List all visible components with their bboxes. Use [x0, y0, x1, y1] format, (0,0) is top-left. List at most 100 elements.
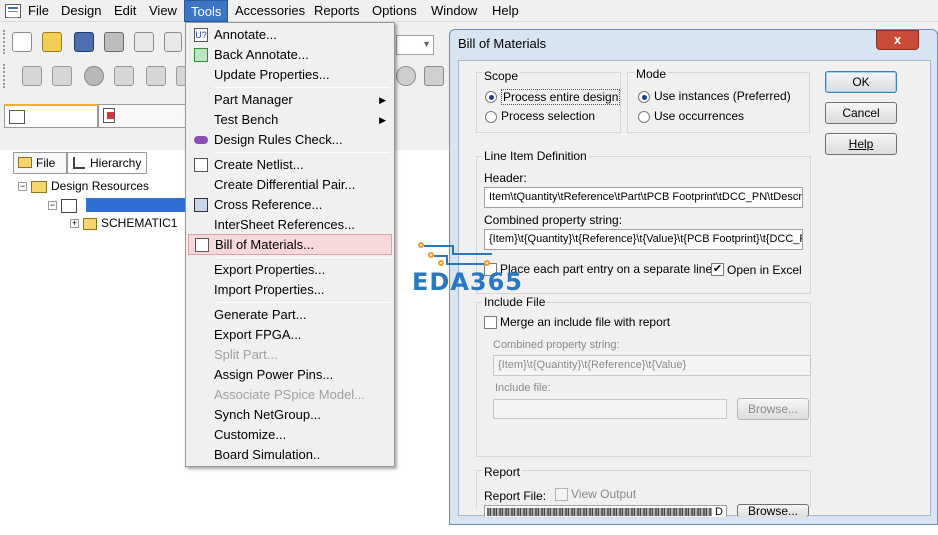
schematic-page-marker-icon	[107, 112, 114, 119]
mode-instances-radio[interactable]	[638, 91, 650, 103]
header-label: Header:	[484, 171, 527, 185]
menu-item-customize[interactable]: Customize...	[188, 425, 392, 445]
copy-icon[interactable]	[164, 32, 182, 52]
menu-separator	[214, 87, 390, 88]
scope-entire-design-label[interactable]: Process entire design	[501, 89, 621, 105]
include-file-input[interactable]	[493, 399, 727, 419]
menu-item-annotate[interactable]: U? Annotate...	[188, 25, 392, 45]
report-browse-button[interactable]: Browse...	[737, 504, 809, 517]
place-each-label[interactable]: Place each part entry on a separate line	[500, 262, 712, 276]
menu-item-label: Create Differential Pair...	[214, 177, 356, 192]
menu-item-import-properties[interactable]: Import Properties...	[188, 280, 392, 300]
menu-item-export-fpga[interactable]: Export FPGA...	[188, 325, 392, 345]
drc-icon	[194, 136, 208, 144]
view-output-label[interactable]: View Output	[571, 487, 636, 501]
watermark-dot	[484, 260, 490, 266]
bom-icon	[195, 238, 209, 252]
menu-item-generate-part[interactable]: Generate Part...	[188, 305, 392, 325]
mode-instances-label[interactable]: Use instances (Preferred)	[654, 89, 791, 103]
menu-item-part-manager[interactable]: Part Manager ▶	[188, 90, 392, 110]
menu-design[interactable]: Design	[55, 0, 107, 22]
tree-root[interactable]: − Design Resources	[18, 177, 149, 195]
menu-item-export-properties[interactable]: Export Properties...	[188, 260, 392, 280]
menu-help[interactable]: Help	[486, 0, 525, 22]
menu-item-update-properties[interactable]: Update Properties...	[188, 65, 392, 85]
open-excel-label[interactable]: Open in Excel	[727, 263, 802, 277]
scope-entire-design-radio[interactable]	[485, 91, 497, 103]
mode-occurrences-label[interactable]: Use occurrences	[654, 109, 744, 123]
menu-window[interactable]: Window	[425, 0, 483, 22]
run-icon[interactable]	[84, 66, 104, 86]
menu-reports[interactable]: Reports	[308, 0, 366, 22]
print-icon[interactable]	[104, 32, 124, 52]
view-output-checkbox[interactable]	[555, 488, 568, 501]
menu-item-synch-netgroup[interactable]: Synch NetGroup...	[188, 405, 392, 425]
menu-view[interactable]: View	[143, 0, 183, 22]
menu-item-assign-power-pins[interactable]: Assign Power Pins...	[188, 365, 392, 385]
menu-accessories[interactable]: Accessories	[229, 0, 311, 22]
menu-item-test-bench[interactable]: Test Bench ▶	[188, 110, 392, 130]
toolbar-grip[interactable]	[3, 30, 6, 54]
tab-file[interactable]: File	[13, 152, 67, 174]
menu-edit[interactable]: Edit	[108, 0, 142, 22]
menu-item-design-rules-check[interactable]: Design Rules Check...	[188, 130, 392, 150]
menu-item-board-simulation[interactable]: Board Simulation..	[188, 445, 392, 465]
report-file-input[interactable]: D	[484, 505, 727, 517]
include-browse-button[interactable]: Browse...	[737, 398, 809, 420]
menu-item-bill-of-materials[interactable]: Bill of Materials...	[188, 234, 392, 255]
folder-icon	[18, 157, 32, 168]
combined-property-input[interactable]: {Item}\t{Quantity}\t{Reference}\t{Value}…	[484, 229, 803, 250]
mode-occurrences-radio[interactable]	[638, 111, 650, 123]
open-icon[interactable]	[42, 32, 62, 52]
menu-item-intersheet-references[interactable]: InterSheet References...	[188, 215, 392, 235]
tab-hierarchy[interactable]: Hierarchy	[67, 152, 147, 174]
tree-design-file[interactable]: −	[48, 196, 198, 214]
redacted-path	[487, 508, 712, 516]
merge-include-checkbox[interactable]	[484, 316, 497, 329]
cut-icon[interactable]	[134, 32, 154, 52]
collapse-icon[interactable]: −	[18, 182, 27, 192]
toolbar-combobox[interactable]: ▼	[396, 35, 434, 55]
marker-extra-icon[interactable]	[424, 66, 444, 86]
project-tree-panel: File Hierarchy − Design Resources − + SCHE…	[10, 152, 200, 535]
probe-icon[interactable]	[146, 66, 166, 86]
menu-file[interactable]: File	[22, 0, 55, 22]
help-button[interactable]: Help	[825, 133, 897, 155]
toolbar-grip[interactable]	[3, 64, 6, 88]
menu-item-back-annotate[interactable]: Back Annotate...	[188, 45, 392, 65]
new-icon[interactable]	[12, 32, 32, 52]
tree-schematic[interactable]: + SCHEMATIC1	[70, 214, 177, 232]
save-icon[interactable]	[74, 32, 94, 52]
expand-icon[interactable]: +	[70, 219, 79, 229]
tools-menu: U? Annotate... Back Annotate... Update P…	[185, 22, 395, 467]
app-icon[interactable]	[5, 4, 21, 18]
menu-item-cross-reference[interactable]: Cross Reference...	[188, 195, 392, 215]
simulate-icon[interactable]	[22, 66, 42, 86]
cancel-button[interactable]: Cancel	[825, 102, 897, 124]
menu-item-label: Create Netlist...	[214, 157, 304, 172]
include-combined-input[interactable]: {Item}\t{Quantity}\t{Reference}\t{Value}	[493, 355, 811, 376]
watt-marker-icon[interactable]	[396, 66, 416, 86]
menu-item-create-netlist[interactable]: Create Netlist...	[188, 155, 392, 175]
menu-tools[interactable]: Tools	[184, 0, 229, 22]
menu-item-label: Back Annotate...	[214, 47, 309, 62]
menu-item-create-differential-pair[interactable]: Create Differential Pair...	[188, 175, 392, 195]
open-excel-checkbox[interactable]: ✔	[711, 263, 724, 276]
menu-separator	[214, 302, 390, 303]
menu-item-label: Export Properties...	[214, 262, 326, 277]
menu-item-label: Test Bench	[214, 112, 279, 127]
collapse-icon[interactable]: −	[48, 201, 57, 211]
close-button[interactable]: x	[876, 30, 919, 50]
cross-reference-icon	[194, 198, 208, 212]
waveform-icon[interactable]	[114, 66, 134, 86]
ok-button[interactable]: OK	[825, 71, 897, 93]
merge-include-label[interactable]: Merge an include file with report	[500, 315, 670, 329]
scope-selection-label[interactable]: Process selection	[501, 109, 595, 123]
simulate-settings-icon[interactable]	[52, 66, 72, 86]
tab-project[interactable]	[4, 104, 98, 128]
menu-options[interactable]: Options	[366, 0, 423, 22]
scope-selection-radio[interactable]	[485, 111, 497, 123]
menu-item-label: Cross Reference...	[214, 197, 323, 212]
tab-schematic[interactable]	[98, 104, 192, 128]
header-input[interactable]: Item\tQuantity\tReference\tPart\tPCB Foo…	[484, 187, 803, 208]
